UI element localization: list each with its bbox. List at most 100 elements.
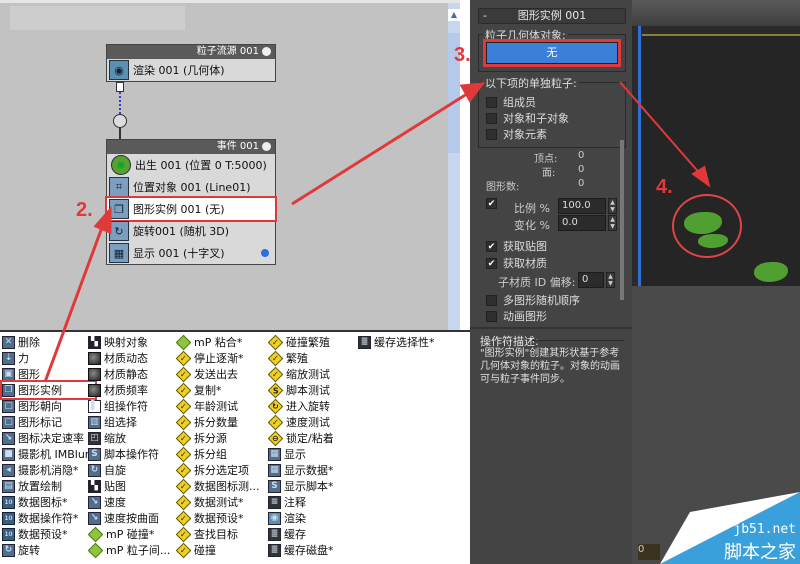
depot-item-spin[interactable]: ↻ 旋转 bbox=[2, 542, 95, 558]
depot-item-notes[interactable]: ≡ 注释 bbox=[268, 494, 334, 510]
depot-item-script-test[interactable]: S 脚本测试 bbox=[267, 382, 334, 398]
checkbox-box[interactable] bbox=[486, 96, 497, 108]
object-elements-checkbox[interactable]: 对象元素 bbox=[486, 126, 547, 142]
3d-viewport[interactable] bbox=[632, 0, 800, 564]
source-node[interactable]: 粒子流源 001 ◉ 渲染 001 (几何体) bbox=[106, 44, 276, 82]
scroll-up-arrow-icon[interactable]: ▲ bbox=[448, 9, 460, 21]
depot-item-render[interactable]: ◉ 渲染 bbox=[268, 510, 334, 526]
depot-item-split-source[interactable]: ✓ 拆分源 bbox=[175, 430, 260, 446]
depot-item-data-preset-test[interactable]: ✓ 数据预设* bbox=[175, 510, 260, 526]
depot-item-display-data[interactable]: ▦ 显示数据* bbox=[268, 462, 334, 478]
depot-item-age-test[interactable]: ✓ 年龄测试 bbox=[175, 398, 260, 414]
depot-item-split-group[interactable]: ✓ 拆分组 bbox=[175, 446, 260, 462]
depot-item-data-preset[interactable]: 10 数据预设* bbox=[2, 526, 95, 542]
depot-item-stop-gradually[interactable]: ✓ 停止逐渐* bbox=[175, 350, 260, 366]
operator-row-rotation[interactable]: ↻ 旋转001 (随机 3D) bbox=[107, 220, 275, 242]
depot-item-data-operator[interactable]: 10 数据操作符* bbox=[2, 510, 95, 526]
depot-item-icon-determine-rate[interactable]: ↘ 图标决定速率 bbox=[2, 430, 95, 446]
depot-item-group-select[interactable]: ▥ 组选择 bbox=[88, 414, 170, 430]
depot-item-send-out[interactable]: ✓ 发送出去 bbox=[175, 366, 260, 382]
variation-spinner-field[interactable]: 0.0 bbox=[558, 215, 606, 231]
depot-item-script-operator[interactable]: S 脚本操作符 bbox=[88, 446, 170, 462]
checkbox-box[interactable] bbox=[486, 310, 497, 322]
animated-shape-checkbox[interactable]: 动画图形 bbox=[486, 308, 547, 324]
submaterial-offset-field[interactable]: 0 bbox=[578, 272, 604, 288]
rollout-header[interactable]: - 图形实例 001 bbox=[478, 8, 626, 24]
depot-item-material-frequency[interactable]: 材质频率 bbox=[88, 382, 170, 398]
source-node-title[interactable]: 粒子流源 001 bbox=[107, 45, 275, 59]
depot-item-data-test[interactable]: ✓ 数据测试* bbox=[175, 494, 260, 510]
operator-row-position-object[interactable]: ⌗ 位置对象 001 (Line01) bbox=[107, 176, 275, 198]
depot-item-split-amount[interactable]: ✓ 拆分数量 bbox=[175, 414, 260, 430]
light-bulb-icon[interactable] bbox=[262, 46, 271, 56]
group-members-checkbox[interactable]: 组成员 bbox=[486, 94, 536, 110]
depot-item-placement-paint[interactable]: ▤ 放置绘制 bbox=[2, 478, 95, 494]
wire-link[interactable] bbox=[119, 92, 121, 114]
depot-item-camera-culling[interactable]: ◂ 摄影机消隐* bbox=[2, 462, 95, 478]
depot-item-shape-facing[interactable]: ▢ 图形朝向 bbox=[2, 398, 95, 414]
scale-spinner-field[interactable]: 100.0 bbox=[558, 198, 606, 214]
depot-item-mp-interparticle[interactable]: mP 粒子间... bbox=[87, 542, 170, 558]
depot-item-go-to-rotation[interactable]: ↻ 进入旋转 bbox=[267, 398, 334, 414]
scale-checkbox[interactable]: ✔ bbox=[486, 198, 503, 209]
depot-item-group-operator[interactable]: ▌ 组操作符 bbox=[88, 398, 170, 414]
depot-item-collision-spawn[interactable]: ✓ 碰撞繁殖 bbox=[267, 334, 334, 350]
checkbox-box[interactable]: ✔ bbox=[486, 257, 497, 269]
depot-item-scale[interactable]: ◰ 缩放 bbox=[88, 430, 170, 446]
particle-view-canvas[interactable]: ▲ 粒子流源 001 ◉ 渲染 001 (几何体) 事件 001 ✺ 出生 00… bbox=[0, 0, 460, 333]
depot-item-copy[interactable]: ✓ 复制* bbox=[175, 382, 260, 398]
depot-item-speed-by-surface[interactable]: ↘ 速度按曲面 bbox=[88, 510, 170, 526]
multi-shape-random-checkbox[interactable]: 多图形随机顺序 bbox=[486, 292, 580, 308]
submaterial-offset-arrows[interactable]: ▲ ▼ bbox=[606, 272, 615, 288]
collapse-icon[interactable]: - bbox=[483, 9, 487, 23]
depot-item-mapping[interactable]: ▚ 贴图 bbox=[88, 478, 170, 494]
depot-item-mp-glue[interactable]: mP 粘合* bbox=[175, 334, 260, 350]
checkbox-box[interactable]: ✔ bbox=[486, 198, 497, 209]
depot-item-shape-mark[interactable]: ▢ 图形标记 bbox=[2, 414, 95, 430]
checkbox-box[interactable]: ✔ bbox=[486, 240, 497, 252]
operator-row-shape-instance[interactable]: ❐ 图形实例 001 (无) bbox=[105, 196, 277, 222]
depot-item-split-selected[interactable]: ✓ 拆分选定项 bbox=[175, 462, 260, 478]
depot-item-auto-spin[interactable]: ↻ 自旋 bbox=[88, 462, 170, 478]
scale-spinner-arrows[interactable]: ▲ ▼ bbox=[608, 198, 617, 214]
checkbox-box[interactable] bbox=[486, 112, 497, 124]
depot-item-lock-bond[interactable]: ⊖ 锁定/粘着 bbox=[267, 430, 334, 446]
depot-item-cache[interactable]: ≣ 缓存 bbox=[268, 526, 334, 542]
depot-item-mapping-object[interactable]: ▚ 映射对象 bbox=[88, 334, 170, 350]
light-bulb-icon[interactable] bbox=[262, 141, 271, 151]
depot-item-material-static[interactable]: 材质静态 bbox=[88, 366, 170, 382]
depot-item-delete[interactable]: ✕ 删除 bbox=[2, 334, 95, 350]
depot-item-find-target[interactable]: ✓ 查找目标 bbox=[175, 526, 260, 542]
depot-item-cache-disk[interactable]: ≣ 缓存磁盘* bbox=[268, 542, 334, 558]
depot-item-data-icon-test[interactable]: ✓ 数据图标测... bbox=[175, 478, 260, 494]
acquire-material-checkbox[interactable]: ✔ 获取材质 bbox=[486, 255, 547, 271]
depot-item-material-dynamic[interactable]: 材质动态 bbox=[88, 350, 170, 366]
panel-scrollbar[interactable] bbox=[620, 140, 624, 300]
depot-item-collision[interactable]: ✓ 碰撞 bbox=[175, 542, 260, 558]
event-node-title[interactable]: 事件 001 bbox=[107, 140, 275, 154]
depot-item-speed[interactable]: ↘ 速度 bbox=[88, 494, 170, 510]
checkbox-box[interactable] bbox=[486, 294, 497, 306]
acquire-mapping-checkbox[interactable]: ✔ 获取贴图 bbox=[486, 238, 547, 254]
operator-row-display[interactable]: ▦ 显示 001 (十字叉) bbox=[107, 242, 275, 264]
depot-item-cache-selective[interactable]: ≣ 缓存选择性* bbox=[358, 334, 435, 350]
geometry-object-pick-button[interactable]: 无 bbox=[483, 39, 621, 67]
depot-item-speed-test[interactable]: ✓ 速度测试 bbox=[267, 414, 334, 430]
display-color-dot[interactable] bbox=[261, 249, 269, 257]
depot-item-scale-test[interactable]: ✓ 缩放测试 bbox=[267, 366, 334, 382]
checkbox-box[interactable] bbox=[486, 128, 497, 140]
event-node[interactable]: 事件 001 ✺ 出生 001 (位置 0 T:5000) ⌗ 位置对象 001… bbox=[105, 139, 277, 265]
depot-item-camera-imblur[interactable]: ■ 摄影机 IMBlur* bbox=[2, 446, 95, 462]
object-and-children-checkbox[interactable]: 对象和子对象 bbox=[486, 110, 569, 126]
variation-spinner-arrows[interactable]: ▲ ▼ bbox=[608, 215, 617, 231]
depot-item-mp-collision[interactable]: mP 碰撞* bbox=[87, 526, 170, 542]
operator-row-birth[interactable]: ✺ 出生 001 (位置 0 T:5000) bbox=[106, 150, 275, 180]
depot-item-shape[interactable]: ▣ 图形 bbox=[2, 366, 95, 382]
depot-item-display[interactable]: ▦ 显示 bbox=[268, 446, 334, 462]
depot-item-shape-instance[interactable]: ❐ 图形实例 bbox=[0, 380, 97, 400]
depot-item-data-icon[interactable]: 10 数据图标* bbox=[2, 494, 95, 510]
event-input-connector[interactable] bbox=[113, 114, 127, 128]
depot-item-display-script[interactable]: S 显示脚本* bbox=[268, 478, 334, 494]
operator-row[interactable]: ◉ 渲染 001 (几何体) bbox=[107, 59, 275, 81]
depot-item-force[interactable]: ⇣ 力 bbox=[2, 350, 95, 366]
